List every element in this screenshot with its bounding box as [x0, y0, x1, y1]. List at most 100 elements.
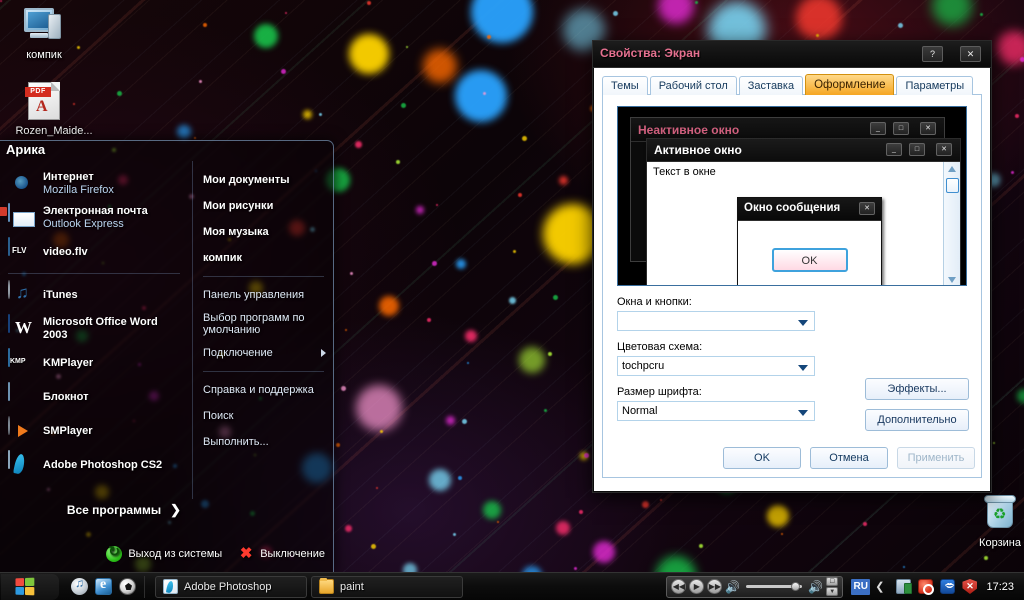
system-tray[interactable]: ◀◀ ▶ ▶▶ 🔊 🔊 ☐▼ RU ❮ 17:23 [666, 574, 1024, 600]
antivirus-icon[interactable] [918, 579, 935, 595]
tab-1[interactable]: Темы [602, 76, 648, 95]
start-menu-item-7[interactable]: Блокнот [0, 380, 190, 414]
internet-explorer-icon[interactable] [95, 577, 112, 595]
start-menu-item-9[interactable]: Adobe Photoshop CS2 [0, 448, 190, 482]
close-icon[interactable]: ✕ [960, 46, 981, 62]
media-previous-button[interactable]: ◀◀ [671, 579, 687, 594]
start-menu-item-text: Интернет Mozilla Firefox [43, 171, 114, 197]
media-next-button[interactable]: ▶▶ [707, 579, 723, 594]
security-shield-icon[interactable] [962, 579, 978, 594]
windows-and-buttons-combo[interactable] [617, 311, 815, 331]
start-menu-place-9[interactable]: Поиск [193, 403, 334, 429]
chevron-down-icon[interactable] [798, 410, 808, 416]
appearance-preview[interactable]: Неактивное окно _ □ ✕ Активное окно _ □ … [617, 106, 967, 286]
field-label: Цветовая схема: [617, 341, 703, 353]
tray-icon-list[interactable] [896, 579, 978, 596]
tab-3[interactable]: Заставка [738, 76, 804, 95]
pdf-file-icon: PDF A [6, 82, 102, 122]
tab-4[interactable]: Оформление [805, 74, 895, 95]
combo-value: tochpcru [622, 360, 665, 372]
start-menu-place-4[interactable]: компик [193, 245, 334, 271]
start-menu-place-6[interactable]: Выбор программ по умолчанию [193, 308, 334, 340]
start-menu-item-3[interactable]: video.flv [0, 235, 190, 269]
start-menu-place-label: Моя музыка [203, 226, 269, 238]
start-menu-item-5[interactable]: Microsoft Office Word 2003 [0, 312, 190, 346]
media-toolbar-overflow[interactable]: ☐ ▼ [826, 577, 839, 596]
itunes-icon [8, 280, 36, 309]
chevron-down-icon[interactable] [798, 320, 808, 326]
itunes-icon[interactable] [71, 576, 88, 595]
log-off-button[interactable]: Выход из системы [106, 543, 222, 562]
soccer-ball-icon[interactable] [119, 578, 136, 595]
start-menu-item-1[interactable]: Интернет Mozilla Firefox [0, 167, 190, 201]
chevron-down-icon[interactable]: ▼ [826, 587, 839, 596]
font-size-combo[interactable]: Normal [617, 401, 815, 421]
start-menu-place-7[interactable]: Подключение [193, 340, 334, 366]
start-menu[interactable]: Арика Интернет Mozilla Firefox Электронная… [0, 140, 334, 572]
advanced-button[interactable]: Дополнительно [865, 409, 969, 431]
start-menu-pinned-list[interactable]: Интернет Mozilla Firefox Электронная почта… [0, 161, 190, 499]
preview-scrollbar [943, 162, 960, 285]
shut-down-button[interactable]: ✖ Выключение [238, 546, 325, 562]
start-menu-item-4[interactable]: iTunes [0, 278, 190, 312]
desktop-icon-pdf[interactable]: PDF A Rozen_Maide... [6, 82, 102, 138]
start-menu-place-1[interactable]: Мои документы [193, 167, 334, 193]
start-menu-place-label: Мои документы [203, 174, 290, 186]
network-icon[interactable] [896, 579, 913, 594]
help-icon[interactable]: ? [922, 46, 943, 62]
display-properties-window[interactable]: Свойства: Экран ? ✕ Темы Рабочий стол Заст… [592, 40, 992, 493]
window-titlebar[interactable]: Свойства: Экран ? ✕ [593, 41, 991, 68]
chevron-down-icon[interactable] [798, 365, 808, 371]
task-button-list[interactable]: Adobe Photoshop paint [155, 575, 463, 598]
volume-slider[interactable] [746, 582, 803, 591]
desktop[interactable]: компик PDF A Rozen_Maide... ♻ Корзина Ари… [0, 0, 1024, 600]
start-menu-item-6[interactable]: KMPlayer [0, 346, 190, 380]
tab-label: Темы [611, 80, 639, 92]
preview-message-box: Окно сообщения ✕ OK [737, 197, 882, 285]
start-menu-place-2[interactable]: Мои рисунки [193, 193, 334, 219]
close-icon: ✕ [920, 122, 936, 135]
log-off-icon [106, 543, 123, 562]
button-label: Дополнительно [877, 414, 957, 426]
shut-down-icon: ✖ [239, 545, 253, 562]
start-menu-place-label: Выбор программ по умолчанию [203, 312, 305, 336]
task-button-1[interactable]: Adobe Photoshop [155, 575, 307, 598]
color-scheme-combo[interactable]: tochpcru [617, 356, 815, 376]
start-menu-place-10[interactable]: Выполнить... [193, 429, 334, 455]
tab-strip[interactable]: Темы Рабочий стол Заставка Оформление Параме… [602, 74, 982, 95]
start-menu-place-5[interactable]: Панель управления [193, 282, 334, 308]
volume-slider-knob[interactable] [791, 582, 801, 591]
media-play-button[interactable]: ▶ [689, 579, 705, 594]
start-menu-item-text: KMPlayer [43, 357, 93, 370]
preview-message-title: Окно сообщения [744, 202, 841, 214]
bluetooth-icon[interactable] [940, 579, 956, 596]
taskbar-clock[interactable]: 17:23 [986, 581, 1020, 593]
desktop-icon-recycle-bin[interactable]: ♻ Корзина [962, 494, 1024, 550]
cancel-button[interactable]: Отмена [810, 447, 888, 469]
restore-icon[interactable]: ☐ [826, 577, 839, 586]
ok-button[interactable]: OK [723, 447, 801, 469]
start-menu-place-3[interactable]: Моя музыка [193, 219, 334, 245]
tab-5[interactable]: Параметры [896, 76, 974, 95]
effects-button[interactable]: Эффекты... [865, 378, 969, 400]
all-programs-button[interactable]: Все программы ❯ [67, 502, 181, 518]
start-menu-item-2[interactable]: Электронная почта Outlook Express [0, 201, 190, 235]
tab-2[interactable]: Рабочий стол [649, 76, 737, 95]
task-button-label: paint [340, 580, 364, 593]
start-menu-session-actions: Выход из системы ✖ Выключение [106, 543, 325, 562]
quick-launch-bar[interactable] [71, 575, 145, 598]
start-button[interactable] [1, 573, 59, 600]
desktop-icon-computer[interactable]: компик [6, 6, 82, 62]
start-menu-places-list[interactable]: Мои документы Мои рисунки Моя музыка компик… [192, 161, 334, 499]
start-menu-user-name: Арика [6, 142, 46, 157]
media-next-icon: ▶▶ [708, 582, 721, 591]
task-button-2[interactable]: paint [311, 575, 463, 598]
start-menu-item-8[interactable]: SMPlayer [0, 414, 190, 448]
media-control-toolbar[interactable]: ◀◀ ▶ ▶▶ 🔊 🔊 ☐ ▼ [666, 575, 844, 598]
start-menu-item-text: video.flv [43, 246, 88, 259]
preview-inactive-title: Неактивное окно [638, 123, 740, 137]
start-menu-place-8[interactable]: Справка и поддержка [193, 377, 334, 403]
language-indicator[interactable]: RU [851, 578, 871, 595]
tray-expand-icon[interactable]: ❮ [875, 580, 884, 593]
taskbar[interactable]: Adobe Photoshop paint ◀◀ ▶ ▶▶ 🔊 🔊 ☐▼ RU ❮… [0, 572, 1024, 600]
